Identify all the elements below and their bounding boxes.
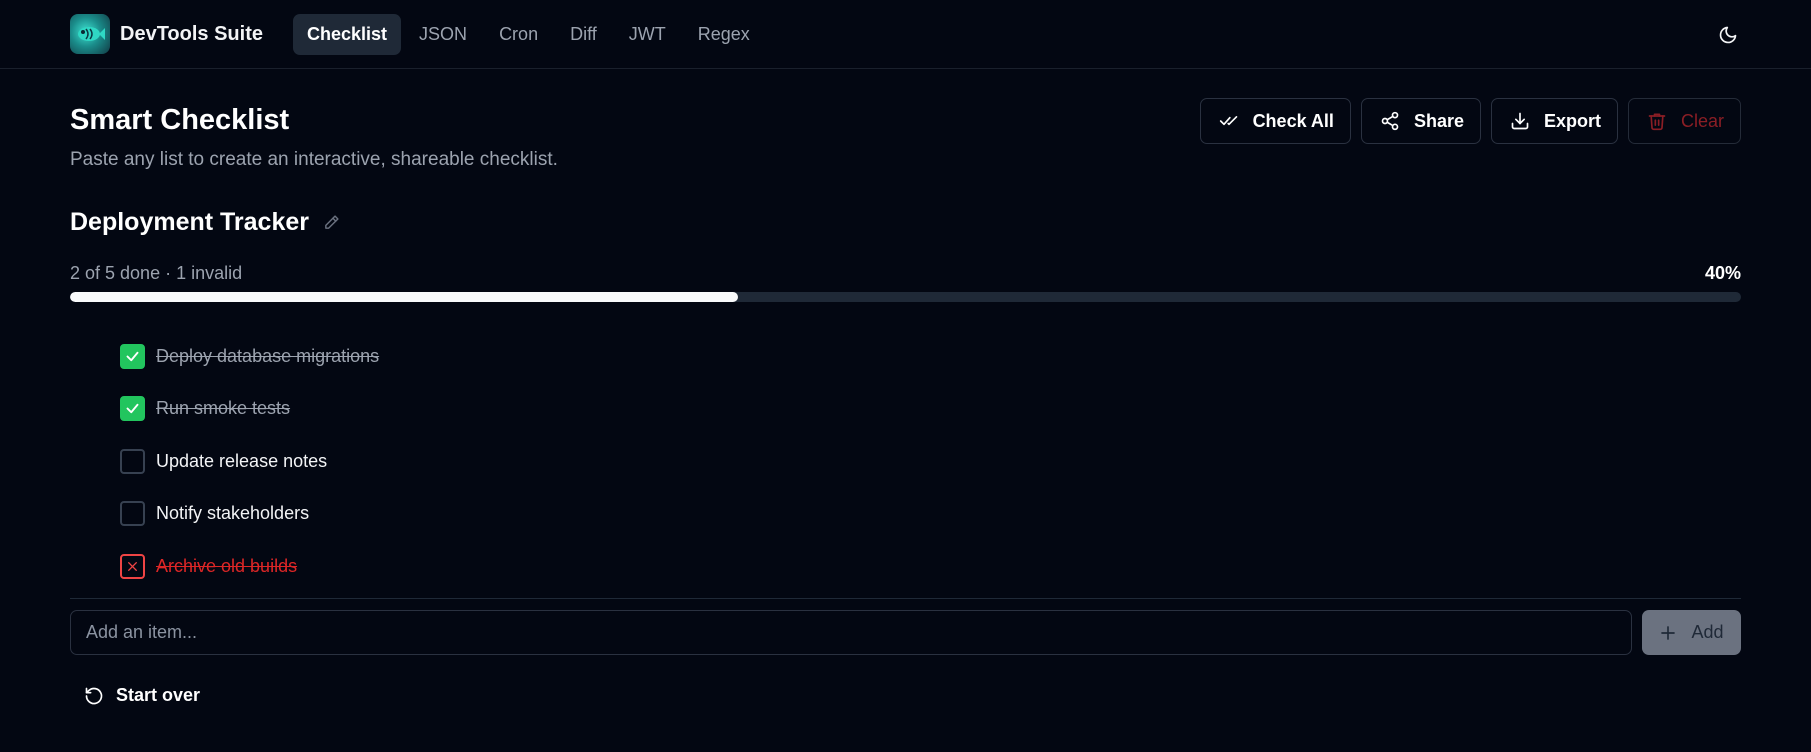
download-icon — [1511, 112, 1529, 130]
item-text: Notify stakeholders — [156, 503, 310, 524]
add-item-input[interactable] — [70, 610, 1632, 655]
add-button[interactable]: Add — [1642, 610, 1741, 655]
progress-bar-fill — [70, 292, 739, 302]
export-label: Export — [1543, 110, 1601, 131]
divider — [70, 598, 1741, 599]
item-checkbox[interactable] — [120, 448, 145, 474]
list-item[interactable]: Update release notes — [120, 435, 379, 488]
item-text: Deploy database migrations — [156, 345, 380, 366]
check-all-button[interactable]: Check All — [1199, 98, 1351, 144]
brand[interactable]: DevTools Suite — [70, 14, 293, 54]
clear-button[interactable]: Clear — [1627, 98, 1741, 144]
app-name: DevTools Suite — [120, 22, 263, 45]
checkmark-icon — [126, 351, 139, 361]
item-checkbox-invalid[interactable] — [120, 553, 145, 579]
checklist-items: Deploy database migrations Run smoke tes… — [120, 330, 379, 593]
checkmark-icon — [126, 404, 139, 414]
theme-toggle-button[interactable] — [1715, 22, 1741, 48]
checklist-title-row: Deployment Tracker — [70, 208, 340, 237]
share-label: Share — [1413, 110, 1464, 131]
clear-label: Clear — [1680, 110, 1724, 131]
toolbar-actions: Check All Share Export Clear — [1199, 98, 1741, 144]
trash-icon — [1648, 113, 1666, 131]
page-subtitle: Paste any list to create an interactive,… — [70, 149, 558, 170]
plus-icon — [1661, 625, 1676, 640]
start-over-button[interactable]: Start over — [84, 685, 200, 706]
top-navigation-bar: DevTools Suite Checklist JSON Cron Diff … — [0, 0, 1811, 69]
tab-checklist[interactable]: Checklist — [293, 13, 402, 55]
add-button-label: Add — [1691, 622, 1724, 642]
start-over-label: Start over — [116, 685, 201, 705]
tab-diff[interactable]: Diff — [556, 14, 611, 55]
moon-icon — [1719, 26, 1737, 44]
list-item[interactable]: Notify stakeholders — [120, 488, 379, 541]
item-text: Run smoke tests — [156, 398, 291, 419]
add-item-row: Add — [70, 610, 1741, 655]
share-button[interactable]: Share — [1360, 98, 1481, 144]
item-checkbox[interactable] — [120, 343, 145, 369]
item-checkbox[interactable] — [120, 501, 145, 527]
progress-percent: 40% — [1704, 263, 1741, 283]
tab-regex[interactable]: Regex — [684, 14, 764, 55]
double-check-icon — [1219, 116, 1237, 126]
rotate-ccw-icon — [85, 687, 103, 704]
list-item[interactable]: Archive old builds — [120, 540, 379, 593]
checklist-title: Deployment Tracker — [70, 208, 309, 236]
item-checkbox[interactable] — [120, 396, 145, 422]
export-button[interactable]: Export — [1490, 98, 1618, 144]
page-title: Smart Checklist — [70, 104, 290, 136]
item-text: Update release notes — [156, 450, 328, 471]
item-text: Archive old builds — [156, 555, 298, 576]
edit-pencil-icon[interactable] — [323, 214, 340, 231]
progress-summary: 2 of 5 done · 1 invalid — [70, 263, 243, 283]
tab-cron[interactable]: Cron — [485, 14, 552, 55]
tab-json[interactable]: JSON — [405, 14, 481, 55]
tab-jwt[interactable]: JWT — [615, 14, 680, 55]
app-logo-icon — [70, 14, 110, 54]
main-nav: Checklist JSON Cron Diff JWT Regex — [293, 13, 764, 55]
share-icon — [1381, 111, 1399, 131]
progress-bar — [70, 292, 1741, 302]
list-item[interactable]: Run smoke tests — [120, 383, 379, 436]
x-mark-icon — [128, 561, 137, 571]
list-item[interactable]: Deploy database migrations — [120, 330, 379, 383]
check-all-label: Check All — [1252, 110, 1334, 131]
